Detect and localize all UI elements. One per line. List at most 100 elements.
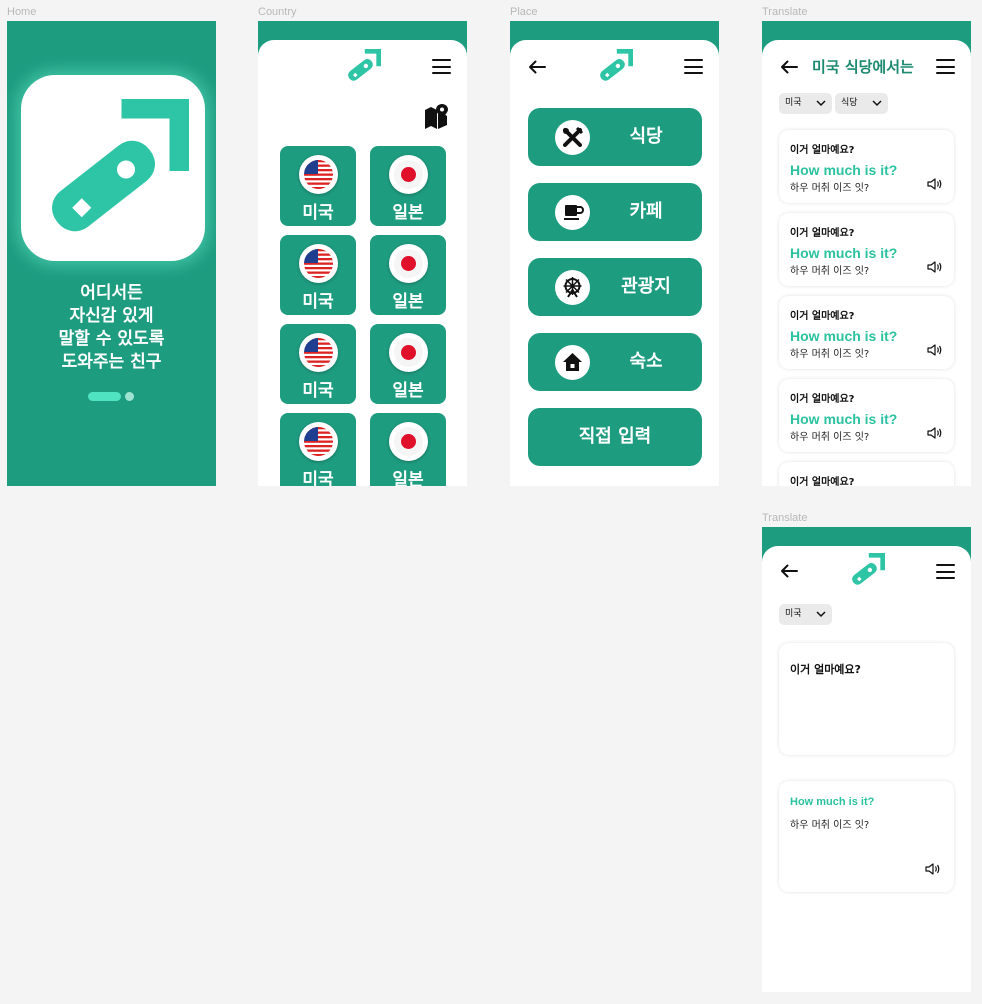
country-tile-us[interactable]: 미국: [280, 146, 356, 226]
tagline-line: 도와주는 친구: [61, 352, 162, 372]
home-screen: 어디서든 자신감 있게 말할 수 있도록 도와주는 친구: [7, 21, 216, 486]
app-logo-icon[interactable]: [345, 49, 381, 85]
page-dot-active[interactable]: [88, 392, 121, 401]
place-button-attraction[interactable]: 관광지: [528, 258, 702, 316]
source-text-box[interactable]: 이거 얼마예요?: [779, 643, 954, 755]
chevron-down-icon: [872, 100, 882, 107]
speaker-icon[interactable]: [925, 863, 941, 875]
place-button-restaurant[interactable]: 식당: [528, 108, 702, 166]
ferris-wheel-icon: [555, 270, 590, 305]
jp-flag-icon: [388, 155, 428, 194]
country-tile-us[interactable]: 미국: [280, 324, 356, 404]
speaker-icon[interactable]: [927, 178, 943, 190]
speaker-icon[interactable]: [927, 261, 943, 273]
phrase-pronunciation: 하우 머취 이즈 잇?: [790, 266, 870, 277]
phrase-question: 이거 얼마예요?: [790, 228, 855, 239]
app-logo-icon: [43, 99, 189, 240]
country-name: 일본: [392, 292, 424, 312]
app-logo-card: [21, 75, 205, 261]
speaker-icon[interactable]: [927, 344, 943, 356]
tagline-line: 자신감 있게: [69, 306, 154, 326]
place-filter-dropdown[interactable]: 식당: [835, 93, 888, 114]
app-logo-icon[interactable]: [849, 553, 885, 589]
phrase-card[interactable]: 이거 얼마예요? How much is it? 하우 머취 이즈 잇?: [779, 296, 954, 369]
country-grid: 미국 일본 미국 일본 미국 일본 미국 일본: [280, 146, 446, 486]
translation-answer: How much is it?: [790, 796, 875, 808]
frame-label-translate: Translate: [762, 512, 808, 524]
phrase-card[interactable]: 이거 얼마예요? How much is it? 하우 머취 이즈 잇?: [779, 130, 954, 203]
place-label: 숙소: [629, 351, 663, 372]
jp-flag-icon: [388, 422, 428, 461]
country-name: 미국: [302, 292, 334, 312]
phrase-pronunciation: 하우 머취 이즈 잇?: [790, 349, 870, 360]
phrase-question: 이거 얼마예요?: [790, 145, 855, 156]
speaker-icon[interactable]: [927, 427, 943, 439]
phrase-pronunciation: 하우 머취 이즈 잇?: [790, 432, 870, 443]
place-button-lodging[interactable]: 숙소: [528, 333, 702, 391]
jp-flag-icon: [388, 244, 428, 283]
chevron-down-icon: [816, 100, 826, 107]
back-arrow-icon[interactable]: [528, 60, 546, 74]
translation-result-box: How much is it? 하우 머취 이즈 잇?: [779, 781, 954, 892]
filter-value: 식당: [841, 98, 858, 108]
country-tile-jp[interactable]: 일본: [370, 235, 446, 315]
menu-icon[interactable]: [936, 564, 955, 579]
country-tile-jp[interactable]: 일본: [370, 324, 446, 404]
country-filter-dropdown[interactable]: 미국: [779, 93, 832, 114]
frame-label-country: Country: [258, 6, 297, 18]
fork-knife-icon: [555, 120, 590, 155]
phrase-answer: How much is it?: [790, 245, 898, 261]
home-tagline: 어디서든 자신감 있게 말할 수 있도록 도와주는 친구: [7, 282, 216, 374]
country-tile-jp[interactable]: 일본: [370, 413, 446, 486]
manual-input-button[interactable]: 직접 입력: [528, 408, 702, 466]
menu-icon[interactable]: [936, 59, 955, 74]
us-flag-icon: [298, 155, 338, 194]
app-logo-icon[interactable]: [597, 49, 633, 85]
home-icon: [555, 345, 590, 380]
content-sheet: 미국 식당에서는 미국 식당 이거 얼마예요? How much is it? …: [762, 40, 971, 486]
place-label: 카페: [629, 201, 663, 222]
phrase-question: 이거 얼마예요?: [790, 394, 855, 405]
phrase-answer: How much is it?: [790, 411, 898, 427]
place-label: 관광지: [621, 276, 671, 297]
back-arrow-icon[interactable]: [780, 60, 798, 74]
translation-pronunciation: 하우 머취 이즈 잇?: [790, 820, 870, 831]
us-flag-icon: [298, 422, 338, 461]
phrase-pronunciation: 하우 머취 이즈 잇?: [790, 183, 870, 194]
frame-label-home: Home: [7, 6, 37, 18]
us-flag-icon: [298, 333, 338, 372]
page-dot[interactable]: [125, 392, 134, 401]
translate-list-screen: 미국 식당에서는 미국 식당 이거 얼마예요? How much is it? …: [762, 21, 971, 486]
filter-value: 미국: [785, 98, 802, 108]
phrase-card[interactable]: 이거 얼마예요? How much is it? 하우 머취 이즈 잇?: [779, 213, 954, 286]
country-name: 일본: [392, 203, 424, 223]
country-filter-dropdown[interactable]: 미국: [779, 604, 832, 625]
country-tile-jp[interactable]: 일본: [370, 146, 446, 226]
phrase-question: 이거 얼마예요?: [790, 311, 855, 322]
menu-icon[interactable]: [684, 59, 703, 74]
frame-label-translate: Translate: [762, 6, 808, 18]
page-title: 미국 식당에서는: [812, 58, 914, 76]
country-tile-us[interactable]: 미국: [280, 413, 356, 486]
phrase-card[interactable]: 이거 얼마예요?: [779, 462, 954, 486]
map-pin-icon[interactable]: [424, 104, 448, 130]
country-screen: 미국 일본 미국 일본 미국 일본 미국 일본: [258, 21, 467, 486]
place-label: 식당: [629, 126, 663, 147]
phrase-card[interactable]: 이거 얼마예요? How much is it? 하우 머취 이즈 잇?: [779, 379, 954, 452]
frame-label-place: Place: [510, 6, 538, 18]
place-screen: 식당 카페 관광지 숙소 직접 입력: [510, 21, 719, 486]
content-sheet: 미국 일본 미국 일본 미국 일본 미국 일본: [258, 40, 467, 486]
source-text[interactable]: 이거 얼마예요?: [790, 661, 861, 677]
manual-input-label: 직접 입력: [578, 426, 652, 447]
chevron-down-icon: [816, 611, 826, 618]
content-sheet: 미국 이거 얼마예요? How much is it? 하우 머취 이즈 잇?: [762, 546, 971, 992]
phrase-answer: How much is it?: [790, 328, 898, 344]
place-button-cafe[interactable]: 카페: [528, 183, 702, 241]
country-tile-us[interactable]: 미국: [280, 235, 356, 315]
country-name: 미국: [302, 381, 334, 401]
translate-detail-screen: 미국 이거 얼마예요? How much is it? 하우 머취 이즈 잇?: [762, 527, 971, 992]
back-arrow-icon[interactable]: [780, 564, 798, 578]
menu-icon[interactable]: [432, 59, 451, 74]
phrase-answer: How much is it?: [790, 162, 898, 178]
page-indicator[interactable]: [88, 392, 134, 401]
